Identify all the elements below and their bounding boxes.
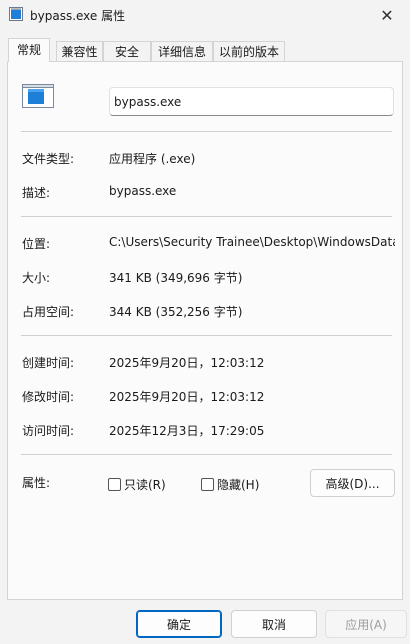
description-value: bypass.exe (109, 184, 177, 198)
disk-size-label: 占用空间: (22, 305, 75, 319)
window-title: bypass.exe 属性 (30, 9, 126, 23)
apply-button[interactable]: 应用(A) (325, 610, 407, 638)
separator (21, 454, 392, 455)
readonly-checkbox[interactable]: 只读(R) (108, 476, 166, 493)
tab-security[interactable]: 安全 (103, 41, 151, 62)
cancel-button[interactable]: 取消 (231, 610, 317, 638)
separator (21, 131, 392, 132)
application-icon (9, 7, 23, 21)
separator (21, 216, 392, 217)
ok-button[interactable]: 确定 (136, 610, 222, 638)
description-label: 描述: (22, 186, 51, 200)
file-name-input[interactable] (109, 87, 394, 116)
hidden-label: 隐藏(H) (217, 478, 260, 492)
hidden-checkbox[interactable]: 隐藏(H) (201, 476, 259, 493)
accessed-value: 2025年12月3日，17:29:05 (109, 424, 265, 438)
file-type-label: 文件类型: (22, 152, 75, 166)
file-type-value: 应用程序 (.exe) (109, 152, 196, 166)
advanced-button[interactable]: 高级(D)... (310, 469, 395, 497)
exe-file-icon (22, 84, 54, 108)
readonly-label: 只读(R) (124, 478, 166, 492)
separator (21, 335, 392, 336)
created-value: 2025年9月20日，12:03:12 (109, 356, 265, 370)
general-tab-panel (7, 61, 403, 600)
location-value[interactable]: C:\Users\Security Trainee\Desktop\Window… (109, 235, 395, 249)
checkbox-box[interactable] (201, 478, 214, 491)
disk-size-value: 344 KB (352,256 字节) (109, 305, 243, 319)
attributes-label: 属性: (22, 476, 51, 490)
tab-compatibility[interactable]: 兼容性 (56, 41, 103, 62)
location-label: 位置: (22, 237, 51, 251)
tab-strip: 常规 兼容性 安全 详细信息 以前的版本 (8, 38, 402, 62)
modified-label: 修改时间: (22, 390, 75, 404)
close-icon: ✕ (380, 5, 394, 25)
title-bar: bypass.exe 属性 ✕ (0, 0, 410, 30)
tab-details[interactable]: 详细信息 (151, 41, 213, 62)
tab-previous-versions[interactable]: 以前的版本 (213, 41, 285, 62)
created-label: 创建时间: (22, 356, 75, 370)
checkbox-box[interactable] (108, 478, 121, 491)
close-button[interactable]: ✕ (364, 0, 410, 30)
tab-general[interactable]: 常规 (8, 38, 50, 62)
size-value: 341 KB (349,696 字节) (109, 271, 243, 285)
accessed-label: 访问时间: (22, 424, 75, 438)
size-label: 大小: (22, 271, 51, 285)
modified-value: 2025年9月20日，12:03:12 (109, 390, 265, 404)
